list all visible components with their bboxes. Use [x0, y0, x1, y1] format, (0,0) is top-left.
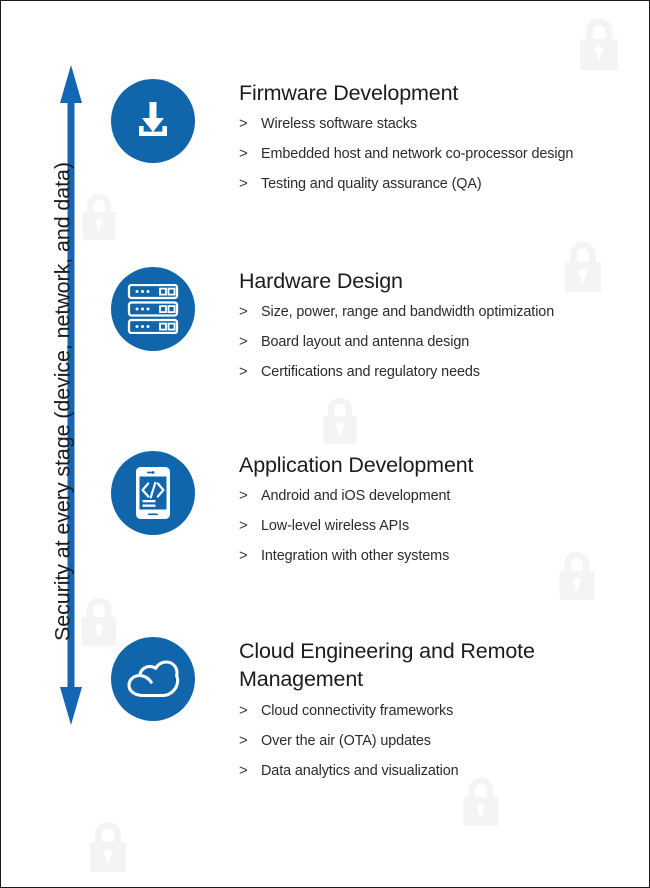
bullet-text: Over the air (OTA) updates — [261, 732, 431, 749]
stage-title: Firmware Development — [239, 81, 459, 105]
bullet-item: > Testing and quality assurance (QA) — [239, 174, 639, 195]
security-axis-label: Security at every stage (device, network… — [50, 162, 75, 641]
stage-title: Cloud Engineering and Remote Management — [239, 639, 535, 692]
server-rack-icon — [127, 284, 179, 334]
bullet-text: Integration with other systems — [261, 548, 450, 565]
bullet-text: Testing and quality assurance (QA) — [261, 176, 482, 193]
chevron-right-icon: > — [239, 363, 248, 381]
chevron-right-icon: > — [239, 761, 248, 779]
bullet-item: > Size, power, range and bandwidth optimi… — [239, 302, 639, 323]
bullet-text: Low-level wireless APIs — [261, 518, 410, 535]
bullet-text: Board layout and antenna design — [261, 334, 470, 351]
chevron-right-icon: > — [239, 333, 248, 351]
bullet-text: Wireless software stacks — [261, 116, 417, 133]
bullet-text: Size, power, range and bandwidth optimiz… — [261, 304, 555, 321]
chevron-right-icon: > — [239, 517, 248, 535]
bullet-item: > Board layout and antenna design — [239, 332, 639, 353]
stage-body: Cloud Engineering and Remote Management >… — [239, 637, 639, 781]
bullet-item: > Integration with other systems — [239, 546, 639, 567]
bullet-item: > Certifications and regulatory needs — [239, 362, 639, 383]
bullet-item: > Android and iOS development — [239, 486, 639, 507]
stage-bullet-list: > Size, power, range and bandwidth optimi… — [239, 302, 639, 383]
stage-bullet-list: > Cloud connectivity frameworks > Over the … — [239, 701, 639, 782]
bullet-item: > Low-level wireless APIs — [239, 516, 639, 537]
download-icon — [139, 102, 167, 136]
chevron-right-icon: > — [239, 115, 248, 133]
chevron-right-icon: > — [239, 547, 248, 565]
chevron-right-icon: > — [239, 175, 248, 193]
chevron-right-icon: > — [239, 145, 248, 163]
stage-list: Firmware Development > Wireless software s… — [1, 1, 649, 887]
cloud-icon-badge — [111, 637, 195, 721]
download-icon-badge — [111, 79, 195, 163]
bullet-item: > Embedded host and network co-processor … — [239, 144, 639, 165]
bullet-item: > Wireless software stacks — [239, 114, 639, 135]
mobile-code-icon-badge — [111, 451, 195, 535]
stage-application-development: Application Development > Android and iOS … — [111, 451, 639, 576]
cloud-icon — [127, 660, 180, 698]
chevron-right-icon: > — [239, 487, 248, 505]
bullet-text: Embedded host and network co-processor d… — [261, 146, 574, 163]
stage-body: Application Development > Android and iOS … — [239, 451, 639, 567]
stage-title: Application Development — [239, 453, 474, 477]
stage-bullet-list: > Wireless software stacks > Embedded host … — [239, 114, 639, 195]
stage-body: Hardware Design > Size, power, range and b… — [239, 267, 639, 383]
infographic-page: Security at every stage (device, network… — [0, 0, 650, 888]
chevron-right-icon: > — [239, 731, 248, 749]
stage-body: Firmware Development > Wireless software s… — [239, 79, 639, 195]
chevron-right-icon: > — [239, 303, 248, 321]
chevron-right-icon: > — [239, 701, 248, 719]
stage-bullet-list: > Android and iOS development > Low-level w… — [239, 486, 639, 567]
stage-cloud-engineering-and-remote-management: Cloud Engineering and Remote Management >… — [111, 637, 639, 790]
stage-title: Hardware Design — [239, 269, 403, 293]
bullet-text: Android and iOS development — [261, 488, 451, 505]
bullet-text: Certifications and regulatory needs — [261, 364, 480, 381]
stage-hardware-design: Hardware Design > Size, power, range and b… — [111, 267, 639, 392]
bullet-text: Data analytics and visualization — [261, 762, 459, 779]
server-rack-icon-badge — [111, 267, 195, 351]
bullet-item: > Data analytics and visualization — [239, 761, 639, 782]
bullet-item: > Cloud connectivity frameworks — [239, 701, 639, 722]
stage-firmware-development: Firmware Development > Wireless software s… — [111, 79, 639, 204]
bullet-text: Cloud connectivity frameworks — [261, 702, 454, 719]
bullet-item: > Over the air (OTA) updates — [239, 731, 639, 752]
mobile-code-icon — [136, 467, 170, 519]
